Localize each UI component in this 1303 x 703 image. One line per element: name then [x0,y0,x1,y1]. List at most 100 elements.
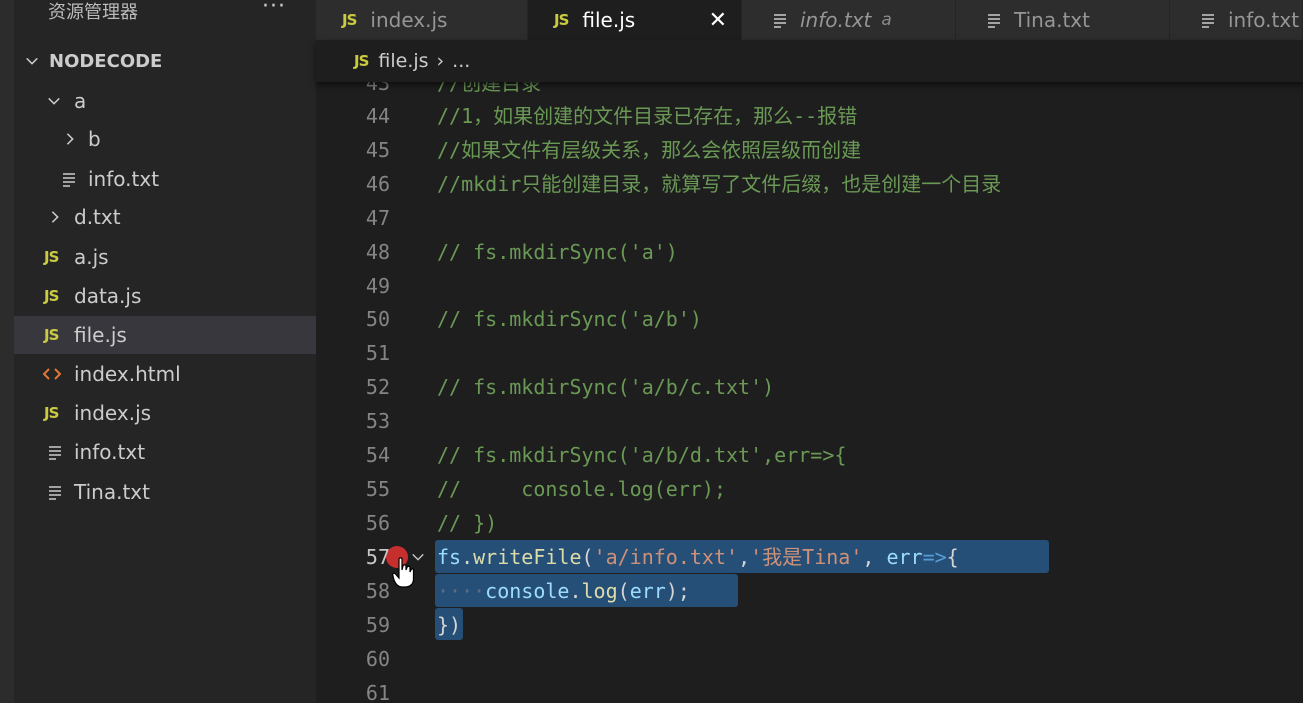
tab-label: Tina.txt [1014,8,1090,32]
tab-label: info.txt [800,8,872,32]
line-number: 53 [365,409,390,433]
tree-folder-d-txt[interactable]: d.txt [14,198,316,236]
line-number: 52 [365,375,390,399]
code-editor[interactable]: 43 //创建目录 44 //1，如果创建的文件目录已存在，那么--报错 45 … [316,82,1303,703]
code-line: 55 // console.log(err); [316,472,1303,506]
code-text: // console.log(err); [437,477,726,501]
close-icon[interactable]: ✕ [709,8,727,33]
line-number: 61 [365,681,390,703]
js-file-icon: JS [354,52,369,70]
tree-file-index-html[interactable]: index.html [14,355,316,393]
code-line: 54 // fs.mkdirSync('a/b/d.txt',err=>{ [316,438,1303,472]
tree-item-label: file.js [74,323,127,347]
code-line: 58 ····console.log(err); [316,574,1303,608]
tree-file-data-js[interactable]: JS data.js [14,277,316,315]
line-number: 43 [365,82,390,95]
code-line: 48 // fs.mkdirSync('a') [316,235,1303,269]
line-number: 47 [365,206,390,230]
line-number: 60 [365,647,390,671]
activity-bar [0,0,14,703]
tab-label: file.js [582,8,636,32]
tree-item-label: a.js [74,245,109,269]
js-file-icon: JS [44,287,59,305]
js-file-icon: JS [44,326,59,344]
chevron-right-icon [60,120,80,158]
tree-file-file-js[interactable]: JS file.js [14,316,316,354]
line-number: 58 [365,579,390,603]
explorer-sidebar: 资源管理器 ··· NODECODE a b info.txt d.txt JS… [14,0,316,703]
explorer-header: 资源管理器 ··· [14,0,316,40]
tree-file-a-js[interactable]: JS a.js [14,238,316,276]
line-number: 46 [365,172,390,196]
code-line: 57 fs.writeFile('a/info.txt','我是Tina', e… [316,540,1303,574]
breadcrumb-symbols[interactable]: ... [452,50,470,72]
code-line: 52 // fs.mkdirSync('a/b/c.txt') [316,370,1303,404]
tree-folder-a[interactable]: a [14,82,316,120]
line-number: 57 [365,545,390,569]
code-text: }) [437,613,462,637]
code-line: 47 [316,201,1303,235]
tab-info-txt-a[interactable]: info.txt a [742,0,956,40]
tab-label: index.js [370,8,448,32]
tree-folder-b[interactable]: b [14,120,316,158]
html-file-icon [43,355,61,393]
code-text: // }) [437,511,498,535]
code-text: //mkdir只能创建目录，就算写了文件后缀，也是创建一个目录 [437,172,1002,196]
tree-item-label: index.html [74,362,181,386]
breadcrumb-file[interactable]: file.js [378,50,428,72]
line-number: 48 [365,240,390,264]
code-line: 51 [316,336,1303,370]
tab-tina-txt[interactable]: Tina.txt [956,0,1170,40]
tree-file-tina-txt[interactable]: Tina.txt [14,473,316,511]
tree-file-index-js[interactable]: JS index.js [14,394,316,432]
explorer-title: 资源管理器 [48,2,138,23]
line-number: 45 [365,138,390,162]
tab-info-txt[interactable]: info.txt [1170,0,1303,40]
line-number: 44 [365,104,390,128]
chevron-down-icon [44,82,64,120]
js-file-icon: JS [44,404,59,422]
js-file-icon: JS [554,11,569,29]
line-number: 59 [365,613,390,637]
line-number: 55 [365,477,390,501]
code-text: //创建目录 [437,82,542,95]
chevron-right-icon [45,198,65,236]
line-number: 54 [365,443,390,467]
text-file-icon [61,160,77,198]
code-line: 43 //创建目录 [316,82,1303,100]
tree-item-label: info.txt [74,440,146,464]
root-folder-label: NODECODE [49,50,163,72]
tree-item-label: Tina.txt [74,480,150,504]
tree-root-nodecode[interactable]: NODECODE [14,42,316,80]
tree-item-label: data.js [74,284,142,308]
editor-tab-bar: JS index.js JS file.js ✕ info.txt a Tina… [316,0,1303,40]
code-line: 49 [316,269,1303,303]
tab-index-js[interactable]: JS index.js [316,0,528,40]
tree-item-label: info.txt [88,167,160,191]
js-file-icon: JS [44,248,59,266]
code-text: //1，如果创建的文件目录已存在，那么--报错 [437,104,858,128]
code-text: fs.writeFile('a/info.txt','我是Tina', err=… [437,545,959,569]
more-actions-button[interactable]: ··· [262,0,286,19]
text-file-icon [47,473,63,511]
text-file-icon [47,433,63,471]
tab-label: info.txt [1228,8,1300,32]
code-line: 59 }) [316,608,1303,642]
line-number: 56 [365,511,390,535]
breadcrumb: JS file.js › ... [316,40,1303,82]
tree-file-info-txt[interactable]: info.txt [14,433,316,471]
code-text: // fs.mkdirSync('a/b/c.txt') [437,375,775,399]
tree-item-label: d.txt [74,205,121,229]
tree-item-label: a [74,89,87,113]
chevron-down-icon [22,42,42,80]
code-line: 46 //mkdir只能创建目录，就算写了文件后缀，也是创建一个目录 [316,167,1303,201]
tree-item-label: b [88,127,101,151]
code-line: 53 [316,404,1303,438]
tree-file-a-info-txt[interactable]: info.txt [14,160,316,198]
js-file-icon: JS [342,11,357,29]
code-line: 61 [316,676,1303,703]
code-text: ····console.log(err); [437,579,690,603]
tab-file-js[interactable]: JS file.js ✕ [528,0,742,40]
code-line: 50 // fs.mkdirSync('a/b') [316,302,1303,336]
code-line: 44 //1，如果创建的文件目录已存在，那么--报错 [316,99,1303,133]
